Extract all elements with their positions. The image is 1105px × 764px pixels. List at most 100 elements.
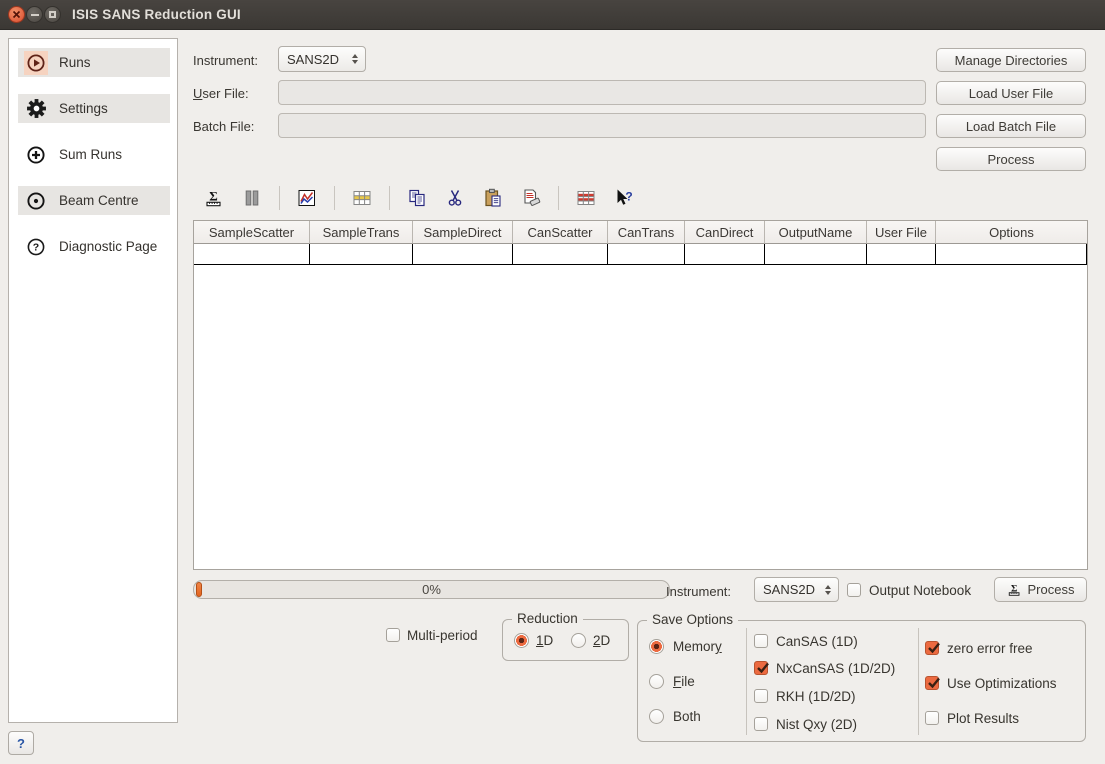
table-cell[interactable] xyxy=(936,244,1087,264)
plot-results-icon[interactable] xyxy=(296,187,318,209)
use-optimizations-checkbox[interactable] xyxy=(925,676,939,690)
table-cell[interactable] xyxy=(608,244,685,264)
hide-column-icon[interactable] xyxy=(241,187,263,209)
column-header-sampletrans[interactable]: SampleTrans xyxy=(310,221,413,244)
sidebar-label-settings: Settings xyxy=(59,101,108,116)
save-memory-radio[interactable] xyxy=(649,639,664,654)
status-instrument-select[interactable]: SANS2D xyxy=(754,577,839,602)
toolbar-separator xyxy=(279,186,280,210)
table-cell[interactable] xyxy=(867,244,936,264)
rkh-checkbox[interactable] xyxy=(754,689,768,703)
column-header-sampledirect[interactable]: SampleDirect xyxy=(413,221,513,244)
paste-icon[interactable] xyxy=(482,187,504,209)
svg-text:?: ? xyxy=(625,190,632,204)
column-header-options[interactable]: Options xyxy=(936,221,1087,244)
sum-process-icon: Σ xyxy=(1007,582,1022,597)
cansas-label: CanSAS (1D) xyxy=(776,633,858,650)
nist-qxy-label: Nist Qxy (2D) xyxy=(776,716,857,733)
load-user-file-button[interactable]: Load User File xyxy=(936,81,1086,105)
batch-file-input[interactable] xyxy=(278,113,926,138)
batch-file-label: Batch File: xyxy=(193,118,254,135)
window-title: ISIS SANS Reduction GUI xyxy=(72,0,241,30)
question-circle-icon: ? xyxy=(24,235,48,259)
gear-icon xyxy=(24,97,48,121)
instrument-select[interactable]: SANS2D xyxy=(278,46,366,72)
process-button[interactable]: Σ Process xyxy=(994,577,1087,602)
help-button[interactable]: ? xyxy=(8,731,34,755)
maximize-window-icon[interactable] xyxy=(44,6,61,23)
save-file-label: File xyxy=(673,673,695,690)
status-instrument-selected-value: SANS2D xyxy=(763,582,815,597)
sidebar-label-runs: Runs xyxy=(59,55,91,70)
whats-this-help-icon[interactable]: ? xyxy=(613,187,635,209)
cut-icon[interactable] xyxy=(444,187,466,209)
plot-results-checkbox[interactable] xyxy=(925,711,939,725)
column-header-userfile[interactable]: User File xyxy=(867,221,936,244)
toolbar-separator xyxy=(389,186,390,210)
insert-row-icon[interactable] xyxy=(351,187,373,209)
close-window-icon[interactable] xyxy=(8,6,25,23)
sidebar-label-sum-runs: Sum Runs xyxy=(59,147,122,162)
table-cell[interactable] xyxy=(685,244,765,264)
sidebar-item-sum-runs[interactable]: Sum Runs xyxy=(18,140,170,169)
user-file-label: User File: xyxy=(193,85,249,102)
sidebar-item-runs[interactable]: Runs xyxy=(18,48,170,77)
user-file-input[interactable] xyxy=(278,80,926,105)
minimize-window-icon[interactable] xyxy=(26,6,43,23)
output-notebook-checkbox[interactable] xyxy=(847,583,861,597)
process-top-button[interactable]: Process xyxy=(936,147,1086,171)
process-button-label: Process xyxy=(1028,582,1075,597)
use-optimizations-label: Use Optimizations xyxy=(947,675,1057,692)
save-file-radio[interactable] xyxy=(649,674,664,689)
multi-period-checkbox[interactable] xyxy=(386,628,400,642)
manage-directories-button[interactable]: Manage Directories xyxy=(936,48,1086,72)
zero-error-free-checkbox[interactable] xyxy=(925,641,939,655)
erase-rows-icon[interactable] xyxy=(520,187,542,209)
spinner-arrows-icon[interactable] xyxy=(352,54,358,64)
rkh-label: RKH (1D/2D) xyxy=(776,688,856,705)
plus-circle-icon xyxy=(24,143,48,167)
toolbar-separator xyxy=(558,186,559,210)
dot-circle-icon xyxy=(24,189,48,213)
column-header-samplescatter[interactable]: SampleScatter xyxy=(194,221,310,244)
column-header-outputname[interactable]: OutputName xyxy=(765,221,867,244)
spinner-arrows-icon[interactable] xyxy=(825,585,831,595)
column-header-candirect[interactable]: CanDirect xyxy=(685,221,765,244)
instrument-selected-value: SANS2D xyxy=(287,52,339,67)
sum-process-icon[interactable]: Σ xyxy=(203,187,225,209)
batch-runs-table: SampleScatter SampleTrans SampleDirect C… xyxy=(193,220,1088,570)
sidebar-item-settings[interactable]: Settings xyxy=(18,94,170,123)
nxcansas-checkbox[interactable] xyxy=(754,661,768,675)
table-cell[interactable] xyxy=(765,244,867,264)
group-separator xyxy=(918,628,919,735)
table-cell[interactable] xyxy=(413,244,513,264)
cansas-checkbox[interactable] xyxy=(754,634,768,648)
progress-bar: 0% xyxy=(193,580,670,599)
save-both-label: Both xyxy=(673,708,701,725)
navigation-sidebar: Runs Settings Sum Runs Beam Centre ? Dia… xyxy=(8,38,178,723)
sidebar-item-beam-centre[interactable]: Beam Centre xyxy=(18,186,170,215)
reduction-group-title: Reduction xyxy=(512,611,583,626)
delete-rows-icon[interactable] xyxy=(575,187,597,209)
svg-text:?: ? xyxy=(33,241,39,253)
play-circle-icon xyxy=(24,51,48,75)
nist-qxy-checkbox[interactable] xyxy=(754,717,768,731)
reduction-1d-radio[interactable] xyxy=(514,633,529,648)
load-batch-file-button[interactable]: Load Batch File xyxy=(936,114,1086,138)
table-cell[interactable] xyxy=(194,244,310,264)
title-bar: ISIS SANS Reduction GUI xyxy=(0,0,1105,30)
multi-period-label: Multi-period xyxy=(407,627,478,644)
sidebar-label-beam-centre: Beam Centre xyxy=(59,193,139,208)
status-instrument-label: Instrument: xyxy=(666,583,731,600)
column-header-canscatter[interactable]: CanScatter xyxy=(513,221,608,244)
save-options-group-title: Save Options xyxy=(647,612,738,627)
copy-icon[interactable] xyxy=(406,187,428,209)
sidebar-item-diagnostic-page[interactable]: ? Diagnostic Page xyxy=(18,232,170,261)
table-cell[interactable] xyxy=(513,244,608,264)
table-cell[interactable] xyxy=(310,244,413,264)
table-toolbar: Σ ? xyxy=(203,185,635,211)
reduction-2d-radio[interactable] xyxy=(571,633,586,648)
column-header-cantrans[interactable]: CanTrans xyxy=(608,221,685,244)
save-both-radio[interactable] xyxy=(649,709,664,724)
instrument-label: Instrument: xyxy=(193,52,258,69)
